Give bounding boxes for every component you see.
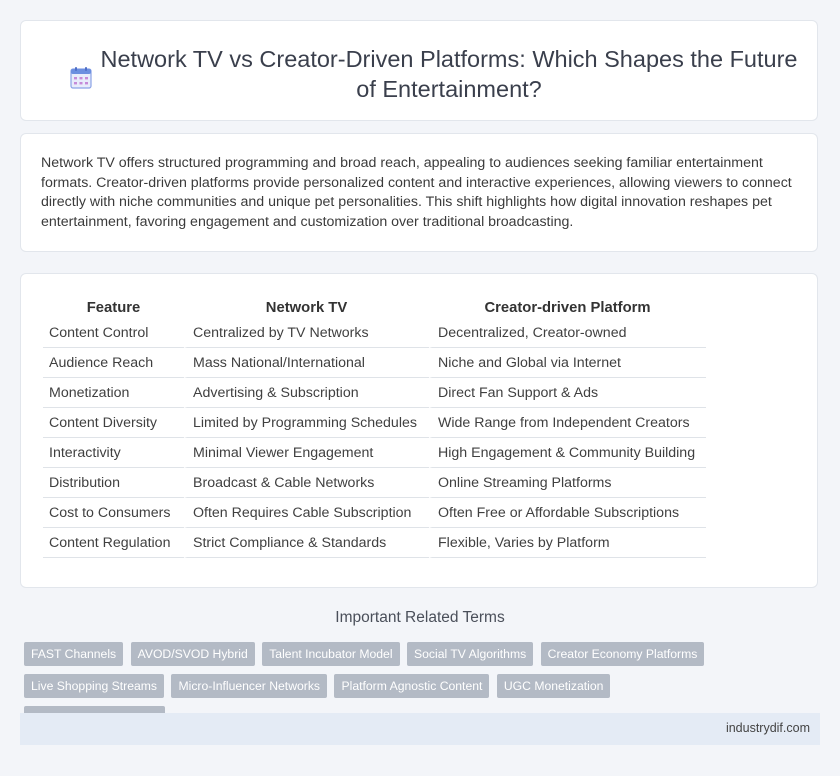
- network-tv-cell: Limited by Programming Schedules: [184, 408, 429, 438]
- header-network-tv: Network TV: [265, 300, 348, 316]
- comparison-table: Feature Network TV Creator-driven Platfo…: [43, 296, 706, 558]
- creator-platform-cell: Decentralized, Creator-owned: [429, 318, 706, 348]
- creator-platform-cell: Often Free or Affordable Subscriptions: [429, 498, 706, 528]
- intro-paragraph: Network TV offers structured programming…: [41, 155, 792, 230]
- tag-avod-svod-hybrid[interactable]: AVOD/SVOD Hybrid: [130, 642, 255, 666]
- creator-platform-cell: Flexible, Varies by Platform: [429, 528, 706, 558]
- table-row: Content Control Centralized by TV Networ…: [43, 318, 706, 348]
- feature-cell: Cost to Consumers: [43, 498, 184, 528]
- feature-cell: Content Control: [43, 318, 184, 348]
- tag-talent-incubator-model[interactable]: Talent Incubator Model: [262, 642, 400, 666]
- table-row: Monetization Advertising & Subscription …: [43, 378, 706, 408]
- network-tv-cell: Often Requires Cable Subscription: [184, 498, 429, 528]
- feature-cell: Content Regulation: [43, 528, 184, 558]
- feature-cell: Content Diversity: [43, 408, 184, 438]
- network-tv-cell: Advertising & Subscription: [184, 378, 429, 408]
- table-row: Audience Reach Mass National/Internation…: [43, 348, 706, 378]
- related-terms-title: Important Related Terms: [335, 609, 505, 626]
- tag-social-tv-algorithms[interactable]: Social TV Algorithms: [406, 642, 534, 666]
- tag-fast-channels[interactable]: FAST Channels: [24, 642, 124, 666]
- footer-site-link[interactable]: industrydif.com: [726, 721, 810, 735]
- page-title: Network TV vs Creator-Driven Platforms: …: [100, 46, 798, 102]
- table-row: Distribution Broadcast & Cable Networks …: [43, 468, 706, 498]
- creator-platform-cell: Niche and Global via Internet: [429, 348, 706, 378]
- creator-platform-cell: Wide Range from Independent Creators: [429, 408, 706, 438]
- feature-cell: Audience Reach: [43, 348, 184, 378]
- tag-ugc-monetization[interactable]: UGC Monetization: [496, 674, 611, 698]
- table-row: Interactivity Minimal Viewer Engagement …: [43, 438, 706, 468]
- table-row: Content Regulation Strict Compliance & S…: [43, 528, 706, 558]
- creator-platform-cell: Online Streaming Platforms: [429, 468, 706, 498]
- tag-micro-influencer-networks[interactable]: Micro-Influencer Networks: [171, 674, 328, 698]
- feature-cell: Interactivity: [43, 438, 184, 468]
- tag-live-shopping-streams[interactable]: Live Shopping Streams: [24, 674, 165, 698]
- feature-cell: Monetization: [43, 378, 184, 408]
- footer: industrydif.com: [20, 713, 820, 745]
- network-tv-cell: Strict Compliance & Standards: [184, 528, 429, 558]
- header-creator-platform: Creator-driven Platform: [484, 300, 651, 316]
- header-feature: Feature: [86, 300, 141, 316]
- title-card: Network TV vs Creator-Driven Platforms: …: [20, 20, 818, 121]
- tag-creator-economy-platforms[interactable]: Creator Economy Platforms: [540, 642, 705, 666]
- tag-platform-agnostic-content[interactable]: Platform Agnostic Content: [334, 674, 490, 698]
- network-tv-cell: Mass National/International: [184, 348, 429, 378]
- table-row: Content Diversity Limited by Programming…: [43, 408, 706, 438]
- feature-cell: Distribution: [43, 468, 184, 498]
- intro-card: Network TV offers structured programming…: [20, 133, 818, 252]
- creator-platform-cell: Direct Fan Support & Ads: [429, 378, 706, 408]
- calendar-icon: [70, 67, 92, 89]
- creator-platform-cell: High Engagement & Community Building: [429, 438, 706, 468]
- table-row: Cost to Consumers Often Requires Cable S…: [43, 498, 706, 528]
- network-tv-cell: Minimal Viewer Engagement: [184, 438, 429, 468]
- table-header-row: Feature Network TV Creator-driven Platfo…: [43, 296, 706, 318]
- comparison-card: Feature Network TV Creator-driven Platfo…: [20, 273, 818, 588]
- network-tv-cell: Centralized by TV Networks: [184, 318, 429, 348]
- network-tv-cell: Broadcast & Cable Networks: [184, 468, 429, 498]
